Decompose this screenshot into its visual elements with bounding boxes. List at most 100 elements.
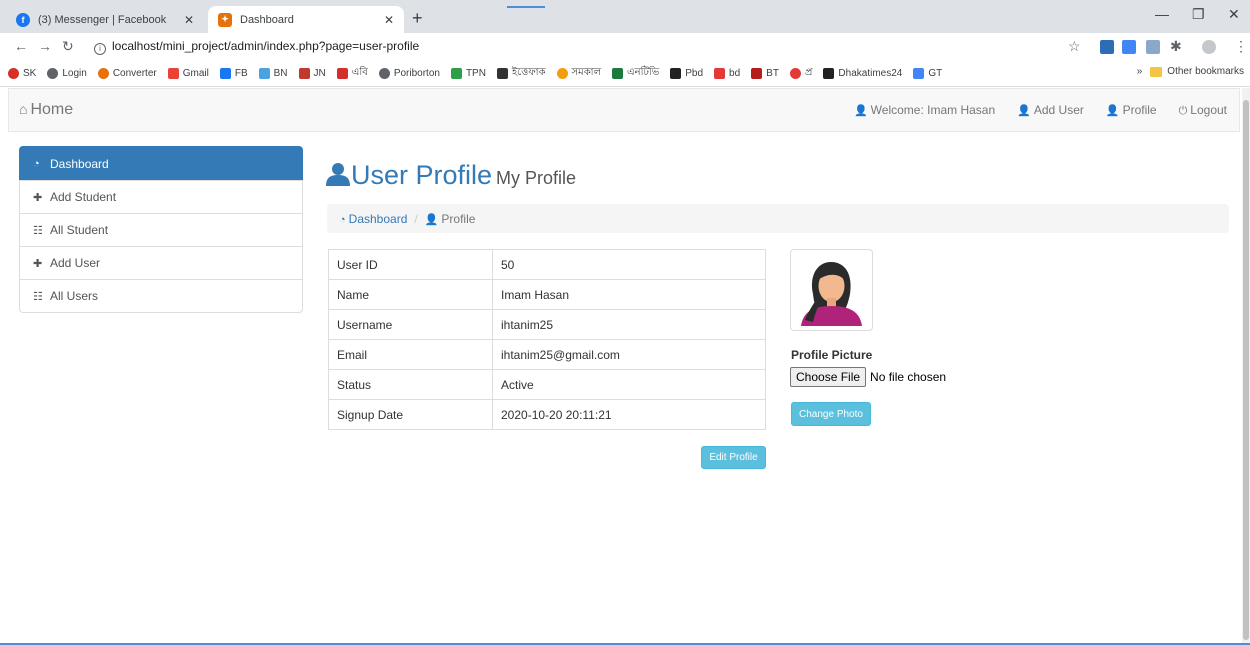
no-file-text: No file chosen <box>870 370 947 384</box>
facebook-icon <box>219 68 231 79</box>
users-icon: ☷ <box>33 224 43 237</box>
bookmark[interactable]: SK <box>8 68 36 79</box>
choose-file-button[interactable]: Choose File <box>790 367 867 387</box>
dashboard-icon: ◔ <box>339 213 346 226</box>
bookmark[interactable]: প্র <box>789 65 812 82</box>
bookmark-icon <box>336 68 348 79</box>
bookmark-icon <box>97 68 109 79</box>
nav-right-links: 👤 Welcome: Imam Hasan 👤 Add User 👤 Profile … <box>832 103 1227 118</box>
field-label: Status <box>328 369 493 400</box>
bookmark-icon <box>450 68 462 79</box>
table-row: User ID 50 <box>328 249 766 280</box>
home-link[interactable]: ⌂ Home <box>19 101 73 119</box>
profile-avatar-icon[interactable] <box>1202 40 1216 54</box>
bookmarks-overflow: » Other bookmarks <box>1137 66 1244 77</box>
welcome-link[interactable]: 👤 Welcome: Imam Hasan <box>854 103 995 118</box>
field-label: Username <box>328 309 493 340</box>
close-icon[interactable]: ✕ <box>384 13 394 27</box>
logout-link[interactable]: ⏻ Logout <box>1179 103 1227 118</box>
bookmark[interactable]: Poriborton <box>378 68 440 79</box>
bookmark[interactable]: BN <box>258 68 288 79</box>
window-close-icon[interactable]: ✕ <box>1228 6 1240 23</box>
star-icon[interactable]: ☆ <box>1068 38 1081 55</box>
bookmark[interactable]: FB <box>219 68 248 79</box>
bookmark[interactable]: Converter <box>97 68 157 79</box>
url-text: localhost/mini_project/admin/index.php?p… <box>112 39 420 53</box>
table-row: Email ihtanim25@gmail.com <box>328 339 766 370</box>
page-title: User Profile My Profile <box>325 160 576 191</box>
home-icon: ⌂ <box>19 101 28 117</box>
maximize-icon[interactable]: ❐ <box>1192 6 1205 23</box>
profile-link[interactable]: 👤 Profile <box>1106 103 1157 118</box>
profile-picture-label: Profile Picture <box>791 348 873 362</box>
new-tab-icon[interactable]: + <box>412 8 423 29</box>
translate-extension-icon[interactable] <box>1122 40 1136 54</box>
sidebar-item-add-student[interactable]: ✚ Add Student <box>19 180 303 214</box>
sidebar-item-all-users[interactable]: ☷ All Users <box>19 279 303 313</box>
minimize-icon[interactable]: — <box>1155 6 1169 22</box>
table-row: Status Active <box>328 369 766 400</box>
tab-dashboard[interactable]: ✦ Dashboard ✕ <box>208 6 404 33</box>
tab-messenger[interactable]: f (3) Messenger | Facebook ✕ <box>6 6 204 33</box>
bookmark-icon <box>751 68 763 79</box>
menu-kebab-icon[interactable]: ⋮ <box>1234 38 1248 55</box>
edit-profile-button[interactable]: Edit Profile <box>701 446 766 469</box>
table-row: Username ihtanim25 <box>328 309 766 340</box>
change-photo-button[interactable]: Change Photo <box>791 402 871 426</box>
bookmark[interactable]: Login <box>47 68 87 79</box>
bookmark[interactable]: Dhakatimes24 <box>823 68 902 79</box>
field-label: Signup Date <box>328 399 493 430</box>
scrollbar-thumb[interactable] <box>1243 100 1249 640</box>
address-bar: ← → ↻ i localhost/mini_project/admin/inde… <box>0 33 1250 61</box>
breadcrumb-dashboard-link[interactable]: ◔ Dashboard <box>339 212 407 226</box>
folder-icon <box>1150 66 1163 77</box>
bookmark[interactable]: সমকাল <box>556 65 601 82</box>
field-value: ihtanim25@gmail.com <box>492 339 766 370</box>
avatar <box>790 249 873 331</box>
bookmarks-overflow-button[interactable]: » <box>1137 66 1143 77</box>
bookmark-icon <box>496 68 508 79</box>
bookmark[interactable]: bd <box>714 68 740 79</box>
bookmark[interactable]: TPN <box>450 68 486 79</box>
profile-table: User ID 50 Name Imam Hasan Username ihtanim… <box>328 249 766 430</box>
bookmark[interactable]: এবি <box>336 65 368 82</box>
bookmark-icon <box>258 68 270 79</box>
bookmark-icon <box>8 68 19 79</box>
field-value: Imam Hasan <box>492 279 766 310</box>
bookmark[interactable]: এনটিভি <box>612 65 659 82</box>
users-icon: ☷ <box>33 290 43 303</box>
forward-icon[interactable]: → <box>38 38 52 54</box>
avatar-image <box>801 262 862 326</box>
close-icon[interactable]: ✕ <box>184 13 194 27</box>
translate-icon <box>913 68 925 79</box>
user-plus-icon: 👤 <box>1017 105 1031 117</box>
facebook-icon: f <box>16 12 30 27</box>
file-input[interactable]: Choose File No file chosen <box>790 367 946 387</box>
extension-icon[interactable] <box>1100 40 1114 54</box>
extension-icon[interactable] <box>1146 40 1160 54</box>
tab-title: (3) Messenger | Facebook <box>38 13 167 26</box>
field-label: Email <box>328 339 493 370</box>
puzzle-icon[interactable]: ✱ <box>1170 38 1182 55</box>
bookmark[interactable]: GT <box>913 68 942 79</box>
bookmark[interactable]: BT <box>751 68 779 79</box>
info-icon[interactable]: i <box>94 43 106 55</box>
url-field[interactable]: i localhost/mini_project/admin/index.php?… <box>94 39 419 55</box>
sidebar-item-all-student[interactable]: ☷ All Student <box>19 213 303 247</box>
field-value: 2020-10-20 20:11:21 <box>492 399 766 430</box>
bookmark[interactable]: JN <box>298 68 326 79</box>
reload-icon[interactable]: ↻ <box>62 38 74 55</box>
bookmark[interactable]: Gmail <box>167 68 209 79</box>
field-value: Active <box>492 369 766 400</box>
bookmark[interactable]: ইত্তেফাক <box>496 65 546 82</box>
bookmark-icon <box>556 68 568 79</box>
sidebar-item-add-user[interactable]: ✚ Add User <box>19 246 303 280</box>
user-icon: 👤 <box>1105 105 1120 117</box>
tab-strip-accent <box>507 6 545 8</box>
scrollbar[interactable] <box>1242 88 1250 643</box>
other-bookmarks[interactable]: Other bookmarks <box>1167 66 1244 77</box>
bookmark[interactable]: Pbd <box>670 68 703 79</box>
back-icon[interactable]: ← <box>14 38 28 54</box>
add-user-link[interactable]: 👤 Add User <box>1017 103 1084 118</box>
sidebar-item-dashboard[interactable]: ◔ Dashboard <box>19 146 303 181</box>
